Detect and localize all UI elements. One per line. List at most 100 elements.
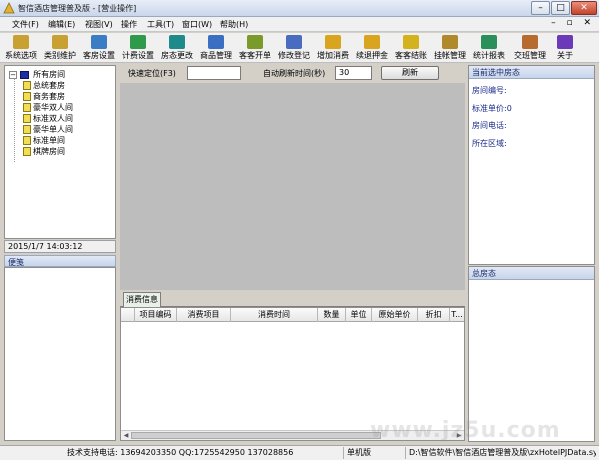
tree-item-presidential-suite[interactable]: 总统套房 [23,80,65,91]
minimize-button[interactable]: – [531,1,550,15]
tree-connector [14,78,15,162]
shift-icon [522,35,538,49]
scroll-thumb[interactable] [131,432,381,439]
menu-file[interactable]: 文件(F) [12,19,39,30]
room-status-area[interactable] [120,83,465,290]
tool-label: 客客开单 [239,51,271,60]
column-original-price[interactable]: 原始单价 [372,308,418,322]
edit-register-icon [286,35,302,49]
maximize-button[interactable]: □ [551,1,570,15]
category-maintenance-button[interactable]: 类别维护 [42,34,78,62]
tool-label: 客房设置 [83,51,115,60]
menu-help[interactable]: 帮助(H) [220,19,248,30]
system-options-button[interactable]: 系统选项 [3,34,39,62]
menu-window[interactable]: 窗口(W) [182,19,212,30]
row-indicator-header [121,308,135,322]
report-button[interactable]: 统计报表 [471,34,507,62]
system-options-icon [13,35,29,49]
tree-item-standard-single[interactable]: 标准单间 [23,135,65,146]
menu-view[interactable]: 视图(V) [85,19,113,30]
tree-item-label: 豪华单人间 [33,125,73,134]
watermark: www.jz5u.com [370,418,561,443]
tool-label: 关于 [557,51,573,60]
credit-icon [442,35,458,49]
tool-label: 计费设置 [122,51,154,60]
memo-textarea[interactable] [4,267,116,441]
column-more[interactable]: T... [450,308,464,322]
toolbar: 系统选项 类别维护 客房设置 计费设置 房态更改 商品管理 客客开单 修改登记 … [0,33,599,63]
room-type-icon [23,136,31,145]
auto-refresh-label: 自动刷新时间(秒) [263,69,326,78]
column-item-code[interactable]: 项目编码 [135,308,177,322]
column-discount[interactable]: 折扣 [418,308,450,322]
room-type-icon [23,147,31,156]
tree-root-label: 所有房间 [33,70,66,79]
menu-operation[interactable]: 操作 [121,19,137,30]
menu-edit[interactable]: 编辑(E) [48,19,75,30]
tree-item-label: 标准双人间 [33,114,73,123]
room-number-field: 房间编号: [472,86,507,95]
menu-tools[interactable]: 工具(T) [147,19,174,30]
close-button[interactable]: ✕ [571,1,597,15]
about-button[interactable]: 关于 [552,34,578,62]
tool-label: 挂帐管理 [434,51,466,60]
collapse-icon[interactable]: − [9,70,17,79]
tool-label: 统计报表 [473,51,505,60]
selected-room-title: 当前选中房态 [469,66,594,79]
column-consume-time[interactable]: 消费时间 [231,308,318,322]
auto-refresh-input[interactable]: 30 [335,66,372,80]
menu-bar: 文件(F) 编辑(E) 视图(V) 操作 工具(T) 窗口(W) 帮助(H) –… [0,17,599,32]
tree-item-label: 商务套房 [33,92,65,101]
shift-management-button[interactable]: 交班管理 [512,34,548,62]
room-type-icon [23,92,31,101]
tool-label: 增加消费 [317,51,349,60]
tab-consumption-info[interactable]: 消费信息 [123,292,161,307]
tree-item-chess-room[interactable]: 棋牌房间 [23,146,65,157]
database-path: D:\智信软件\智信酒店管理普及版\zxHotelPJData.sy [409,448,596,457]
tab-strip: 消费信息 [120,290,465,307]
refresh-button[interactable]: 刷新 [381,66,439,80]
room-setting-button[interactable]: 客房设置 [81,34,117,62]
tree-item-standard-double[interactable]: 标准双人间 [23,113,73,124]
mdi-window-controls[interactable]: – ▫ ✕ [551,18,595,28]
tool-label: 交班管理 [514,51,546,60]
room-type-icon [23,103,31,112]
room-type-icon [23,81,31,90]
scroll-left-icon[interactable]: ◀ [121,431,131,440]
tree-item-business-suite[interactable]: 商务套房 [23,91,65,102]
total-room-status-panel: 总房态 [468,266,595,442]
status-bar: 技术支持电话: 13694203350 QQ:1725542950 137028… [0,445,599,460]
room-tree: − 所有房间 总统套房 商务套房 豪华双人间 标准双人间 豪华单人间 标准单间 … [4,65,116,239]
category-icon [52,35,68,49]
tree-root[interactable]: − 所有房间 [9,69,65,80]
room-status-button[interactable]: 房态更改 [159,34,195,62]
quick-locate-input[interactable] [187,66,241,80]
edit-register-button[interactable]: 修改登记 [276,34,312,62]
report-icon [481,35,497,49]
edition-label: 单机版 [344,447,406,459]
grid-header: 项目编码 消费项目 消费时间 数量 单位 原始单价 折扣 T... [121,308,464,322]
deposit-icon [364,35,380,49]
tree-item-label: 标准单间 [33,136,65,145]
room-type-icon [23,125,31,134]
goods-icon [208,35,224,49]
deposit-button[interactable]: 续退押金 [354,34,390,62]
billing-setting-button[interactable]: 计费设置 [120,34,156,62]
room-setting-icon [91,35,107,49]
total-room-status-title: 总房态 [469,267,594,280]
tool-label: 商品管理 [200,51,232,60]
open-bill-button[interactable]: 客客开单 [237,34,273,62]
tree-item-deluxe-double[interactable]: 豪华双人间 [23,102,73,113]
column-quantity[interactable]: 数量 [318,308,346,322]
checkout-button[interactable]: 客客结账 [393,34,429,62]
column-consume-item[interactable]: 消费项目 [177,308,231,322]
credit-management-button[interactable]: 挂帐管理 [432,34,468,62]
add-consume-button[interactable]: 增加消费 [315,34,351,62]
column-unit[interactable]: 单位 [346,308,372,322]
title-bar: 智信酒店管理普及版 - [营业操作] – □ ✕ [0,0,599,17]
memo-title: 便笺 [4,255,116,267]
goods-management-button[interactable]: 商品管理 [198,34,234,62]
tool-label: 系统选项 [5,51,37,60]
tree-item-deluxe-single[interactable]: 豪华单人间 [23,124,73,135]
room-group-icon [19,70,29,79]
